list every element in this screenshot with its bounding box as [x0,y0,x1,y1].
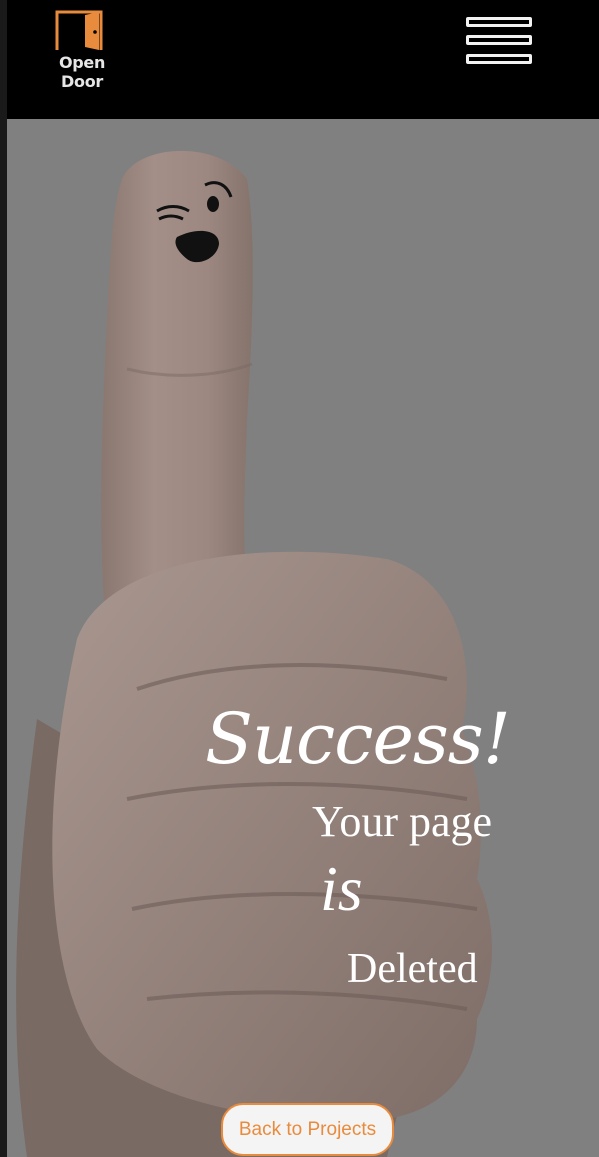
door-icon [55,10,103,50]
menu-bar-middle [466,35,532,45]
message-line-1: Your page [312,797,493,846]
message-line-2: is [320,853,363,924]
navbar: Open Door [7,0,599,119]
hamburger-menu-icon [466,17,532,27]
back-to-projects-button[interactable]: Back to Projects [221,1103,394,1156]
success-hero: Success! Your page is Deleted [7,119,599,1157]
menu-bar-bottom [466,54,532,64]
thumbs-up-image [16,150,492,1157]
logo-text: Open Door [58,53,106,91]
hamburger-menu-button[interactable] [466,17,538,75]
success-headline: Success! [205,698,511,780]
logo[interactable]: Open Door [37,10,127,91]
left-edge-strip [0,0,7,1157]
message-line-3: Deleted [347,946,478,992]
